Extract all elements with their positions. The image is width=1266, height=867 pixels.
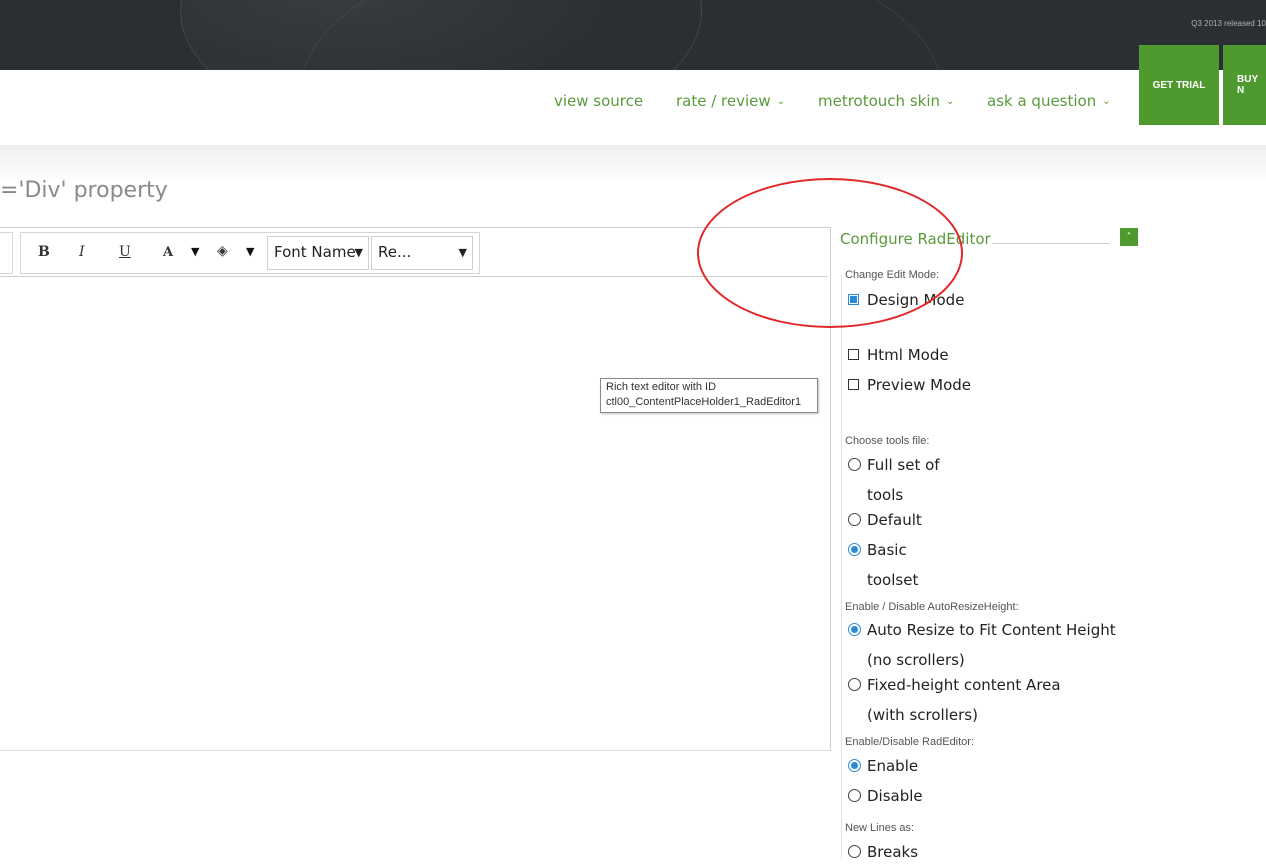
chevron-up-icon: ˄ <box>1126 231 1132 243</box>
configure-panel-body: Change Edit Mode: Design Mode Html Mode … <box>841 269 1132 861</box>
nav-ask-question-label: ask a question <box>987 92 1097 110</box>
chevron-down-icon: ⌄ <box>946 96 955 107</box>
radio-unchecked[interactable] <box>848 789 861 802</box>
radio-unchecked[interactable] <box>848 513 861 526</box>
chevron-down-icon: ⌄ <box>1102 96 1111 107</box>
radio-unchecked[interactable] <box>848 458 861 471</box>
back-color-icon[interactable]: ◈ <box>217 243 228 259</box>
html-mode-label: Html Mode <box>867 346 949 364</box>
breaks-label: Breaks <box>867 843 919 861</box>
checkbox-unchecked[interactable] <box>848 379 859 390</box>
fore-color-dropdown-icon[interactable]: ▼ <box>191 245 199 258</box>
editor-toolbar: B I U A ▼ ◈ ▼ Font Name ▼ Re... ▼ <box>0 228 828 277</box>
tooltip-line-2: ctl00_ContentPlaceHolder1_RadEditor1 <box>606 396 802 408</box>
default-tools-label: Default <box>867 511 922 529</box>
nav-ask-question[interactable]: ask a question ⌄ <box>987 92 1111 110</box>
autoresize-label: Enable / Disable AutoResizeHeight: <box>845 601 1019 613</box>
content-top-shade <box>0 145 1266 185</box>
radio-checked[interactable] <box>848 759 861 772</box>
checkbox-checked[interactable] <box>848 294 859 305</box>
font-name-value: Font Name <box>274 243 356 261</box>
buy-now-button[interactable]: BUY N <box>1223 45 1266 125</box>
preview-mode-label: Preview Mode <box>867 376 972 394</box>
navigation-bar: view source rate / review ⌄ metrotouch sk… <box>0 70 1266 145</box>
radio-unchecked[interactable] <box>848 678 861 691</box>
dropdown-arrow-icon: ▼ <box>354 246 363 259</box>
auto-resize-label: Auto Resize to Fit Content Height (no sc… <box>867 621 1116 669</box>
rad-editor: B I U A ▼ ◈ ▼ Font Name ▼ Re... ▼ <box>0 227 831 751</box>
toolbar-group <box>0 232 13 274</box>
font-name-select[interactable]: Font Name ▼ <box>267 236 369 270</box>
checkbox-unchecked[interactable] <box>848 349 859 360</box>
radio-unchecked[interactable] <box>848 845 861 858</box>
title-divider <box>992 243 1110 244</box>
real-font-size-select[interactable]: Re... ▼ <box>371 236 473 270</box>
back-color-dropdown-icon[interactable]: ▼ <box>246 245 254 258</box>
nav-view-source[interactable]: view source <box>554 92 643 110</box>
toolbar-group: B I U A ▼ ◈ ▼ Font Name ▼ Re... ▼ <box>20 232 480 274</box>
dropdown-arrow-icon: ▼ <box>458 246 467 259</box>
full-tools-label: Full set of tools <box>867 456 940 504</box>
editor-content-area[interactable] <box>0 276 838 748</box>
bold-button[interactable]: B <box>38 244 50 260</box>
header-decoration <box>300 0 942 70</box>
real-font-size-value: Re... <box>378 243 412 261</box>
collapse-button[interactable]: ˄ <box>1120 228 1138 246</box>
chevron-down-icon: ⌄ <box>776 96 786 107</box>
tools-file-label: Choose tools file: <box>845 435 930 447</box>
basic-tools-label: Basic toolset <box>867 541 919 589</box>
fore-color-button[interactable]: A <box>163 245 173 260</box>
top-header: Q3 2013 released 10 <box>0 0 1266 70</box>
italic-button[interactable]: I <box>79 244 85 260</box>
nav-metrotouch-skin-label: metrotouch skin <box>818 92 940 110</box>
enable-label: Enable <box>867 757 919 775</box>
configure-panel-title: Configure RadEditor <box>840 230 991 248</box>
underline-button[interactable]: U <box>119 244 131 260</box>
edit-mode-label: Change Edit Mode: <box>845 269 940 281</box>
nav-rate-review-label: rate / review <box>676 92 771 110</box>
release-note: Q3 2013 released 10 <box>1191 19 1266 28</box>
nav-view-source-label: view source <box>554 92 644 110</box>
get-trial-button[interactable]: GET TRIAL <box>1139 45 1219 125</box>
editor-bottom-border <box>0 750 832 751</box>
enable-editor-label: Enable/Disable RadEditor: <box>845 736 975 748</box>
design-mode-label: Design Mode <box>867 291 965 309</box>
configure-panel: Configure RadEditor ˄ Change Edit Mode: … <box>838 226 1138 861</box>
radio-checked[interactable] <box>848 543 861 556</box>
radio-checked[interactable] <box>848 623 861 636</box>
fixed-height-label: Fixed-height content Area (with scroller… <box>867 676 1061 724</box>
disable-label: Disable <box>867 787 923 805</box>
page-title: ='Div' property <box>0 178 168 203</box>
editor-tooltip: Rich text editor with ID ctl00_ContentPl… <box>600 378 818 413</box>
new-lines-label: New Lines as: <box>845 822 915 834</box>
nav-rate-review[interactable]: rate / review ⌄ <box>676 92 785 110</box>
tooltip-line-1: Rich text editor with ID <box>606 381 717 393</box>
nav-metrotouch-skin[interactable]: metrotouch skin ⌄ <box>818 92 954 110</box>
